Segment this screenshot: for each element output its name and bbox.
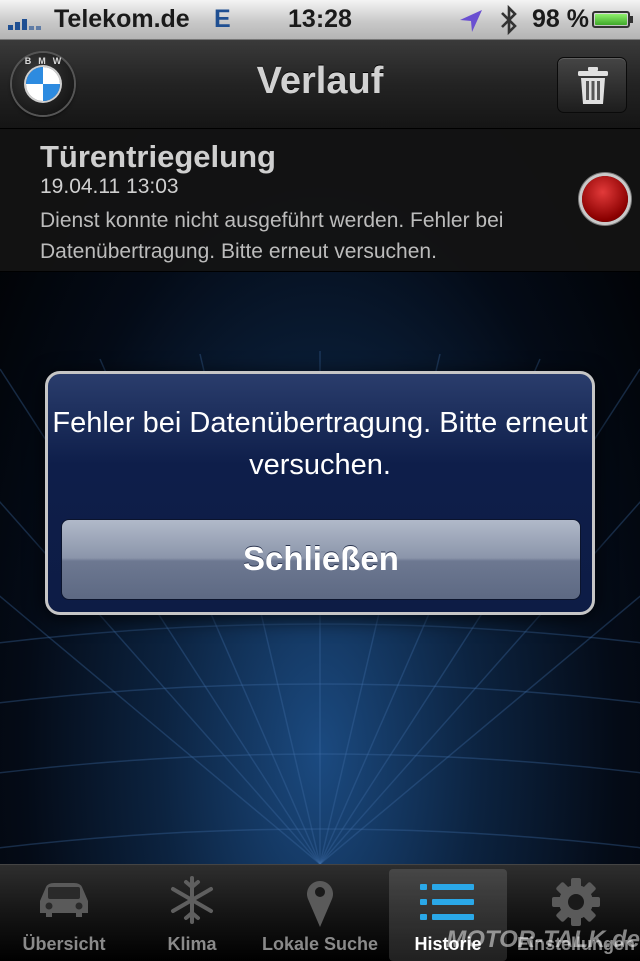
nav-bar: BMW Verlauf — [0, 40, 640, 129]
map-pin-icon — [307, 881, 333, 927]
gear-icon — [552, 878, 600, 926]
delete-button[interactable] — [557, 57, 627, 113]
bluetooth-icon — [498, 4, 520, 43]
history-item[interactable]: Türentriegelung 19.04.11 13:03 Dienst ko… — [0, 129, 640, 272]
page-title: Verlauf — [256, 60, 384, 102]
battery-percent: 98 % — [532, 5, 589, 33]
location-arrow-icon — [458, 8, 484, 41]
history-item-date: 19.04.11 13:03 — [40, 175, 179, 198]
status-indicator — [582, 176, 628, 222]
alert-message: Fehler bei Datenübertragung. Bitte erneu… — [52, 407, 588, 481]
tab-climate[interactable]: Klima — [128, 865, 256, 961]
list-icon — [420, 884, 474, 920]
history-item-message: Dienst konnte nicht ausgeführt werden. F… — [40, 209, 504, 263]
status-bar: Telekom.de E 13:28 98 % — [0, 0, 640, 40]
tab-overview[interactable]: Übersicht — [0, 865, 128, 961]
tab-label: Klima — [167, 934, 217, 954]
error-alert: Fehler bei Datenübertragung. Bitte erneu… — [45, 371, 595, 615]
trash-icon — [578, 67, 608, 104]
history-item-title: Türentriegelung — [40, 139, 276, 174]
car-icon — [40, 883, 88, 917]
watermark: MOTOR-TALK.de — [446, 926, 640, 953]
close-button[interactable]: Schließen — [61, 519, 581, 600]
battery-icon — [592, 11, 633, 28]
snowflake-icon — [171, 876, 213, 924]
